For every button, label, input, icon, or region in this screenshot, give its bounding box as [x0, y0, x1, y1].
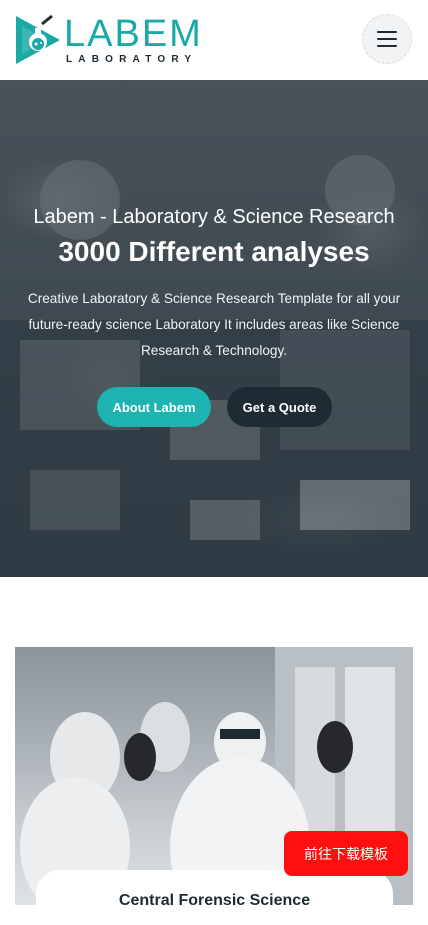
hamburger-menu-button[interactable]	[362, 14, 412, 64]
menu-line	[377, 31, 397, 33]
logo-wordmark: LABEM	[64, 13, 203, 55]
hero-subtitle: Labem - Laboratory & Science Research	[33, 206, 395, 228]
flask-logo-icon	[16, 14, 60, 64]
logo[interactable]: LABEM LABORATORY	[14, 12, 204, 68]
get-quote-button[interactable]: Get a Quote	[227, 387, 332, 427]
service-card-caption: Central Forensic Science	[36, 870, 393, 925]
menu-line	[377, 45, 397, 47]
service-card-title[interactable]: Central Forensic Science	[36, 892, 393, 910]
logo-tagline: LABORATORY	[66, 54, 198, 65]
menu-line	[377, 38, 397, 40]
hero-title: 3000 Different analyses	[58, 236, 370, 267]
site-header: LABEM LABORATORY	[0, 0, 428, 80]
download-template-button[interactable]: 前往下载模板	[284, 831, 408, 876]
about-button[interactable]: About Labem	[97, 387, 211, 427]
hero-description: Creative Laboratory & Science Research T…	[27, 291, 401, 358]
hero-banner: Labem - Laboratory & Science Research 30…	[0, 80, 428, 577]
